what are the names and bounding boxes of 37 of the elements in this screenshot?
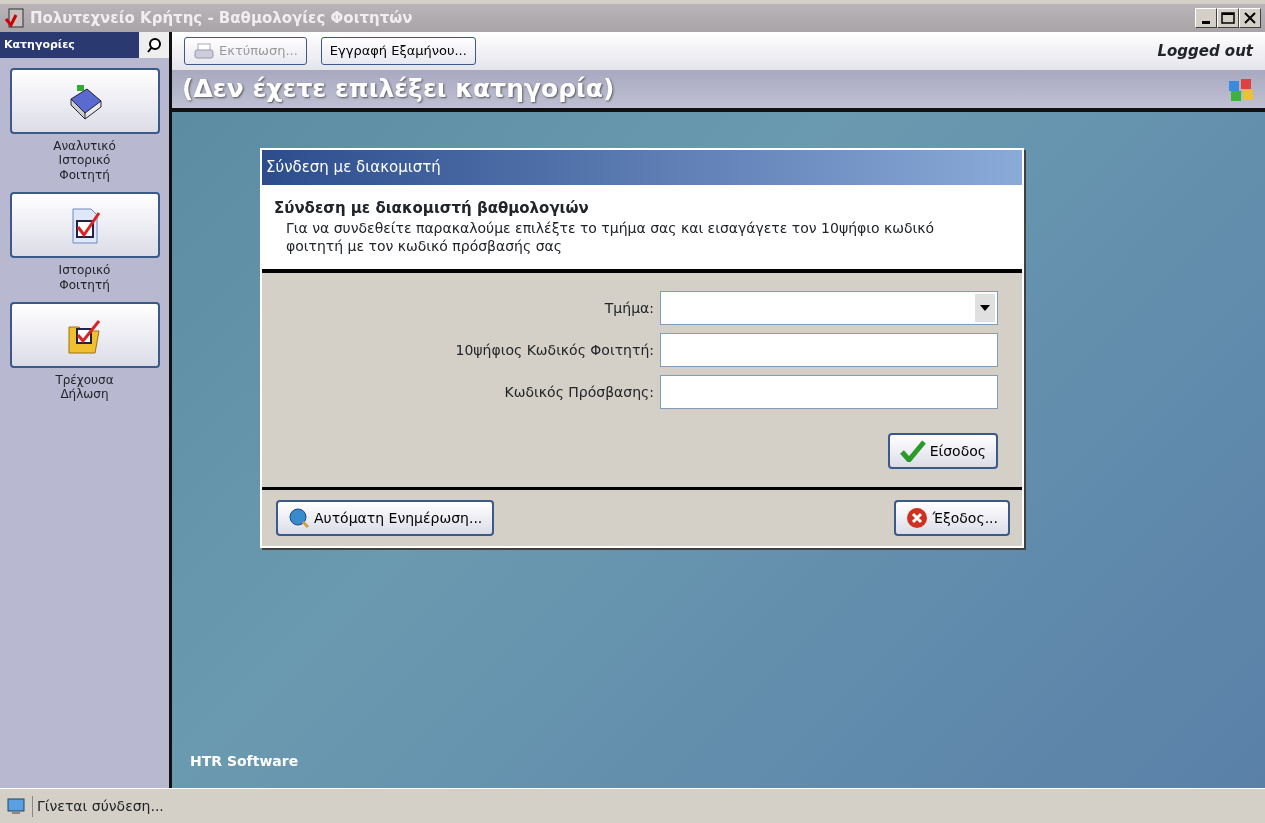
sidebar-header: Κατηγορίες: [0, 32, 139, 58]
close-button[interactable]: [1239, 8, 1261, 28]
minimize-icon: [1202, 20, 1210, 24]
brand-label: HTR Software: [190, 752, 299, 771]
close-icon: [906, 507, 929, 530]
status-text: Γίνεται σύνδεση...: [32, 795, 164, 817]
printer-icon: [193, 42, 215, 60]
login-button[interactable]: Είσοδος: [887, 433, 998, 470]
close-icon: [1242, 11, 1258, 25]
dropdown-arrow-icon: [980, 305, 990, 312]
login-status: Logged out: [1157, 40, 1253, 62]
dialog-button[interactable]: Έξοδος...: [894, 500, 1010, 537]
toolbar-button[interactable]: Εγγραφή Εξαμήνου...: [320, 37, 476, 65]
dialog-title: Σύνδεση με διακομιστή: [262, 150, 1022, 185]
checkmark-icon: [899, 440, 926, 463]
category-button[interactable]: [9, 301, 160, 368]
banner-title: (Δεν έχετε επιλέξει κατηγορία): [182, 73, 615, 106]
category-button[interactable]: [9, 192, 160, 259]
computer-icon: [6, 796, 26, 816]
dialog-description: Για να συνδεθείτε παρακαλούμε επιλέξτε το τμήμα σας και εισαγάγετε τον 10ψήφιο κωδικό φοιτητή με τον κωδικό πρόσβασής σας: [285, 219, 936, 256]
input-field[interactable]: [660, 375, 998, 410]
field-label: Τμήμα:: [604, 298, 654, 318]
app-icon: [4, 7, 26, 29]
category-label: Ιστορικό Φοιτητή: [57, 263, 112, 292]
minimize-button[interactable]: [1195, 8, 1217, 28]
category-button[interactable]: [9, 68, 160, 134]
category-label: Τρέχουσα Δήλωση: [54, 372, 115, 402]
maximize-icon: [1220, 11, 1236, 25]
field-label: 10ψήφιος Κωδικός Φοιτητή:: [455, 340, 654, 360]
window-title: Πολυτεχνείο Κρήτης - Βαθμολογίες Φοιτητών: [30, 7, 413, 29]
field-label: Κωδικός Πρόσβασης:: [504, 382, 654, 402]
maximize-button[interactable]: [1217, 8, 1239, 28]
dialog-heading: Σύνδεση με διακομιστή βαθμολογιών: [274, 197, 590, 219]
category-label: Αναλυτικό Ιστορικό Φοιτητή: [52, 139, 117, 183]
dropdown-field[interactable]: [660, 291, 998, 326]
input-field[interactable]: [660, 333, 998, 368]
dialog-button[interactable]: Αυτόματη Ενημέρωση...: [276, 500, 495, 537]
